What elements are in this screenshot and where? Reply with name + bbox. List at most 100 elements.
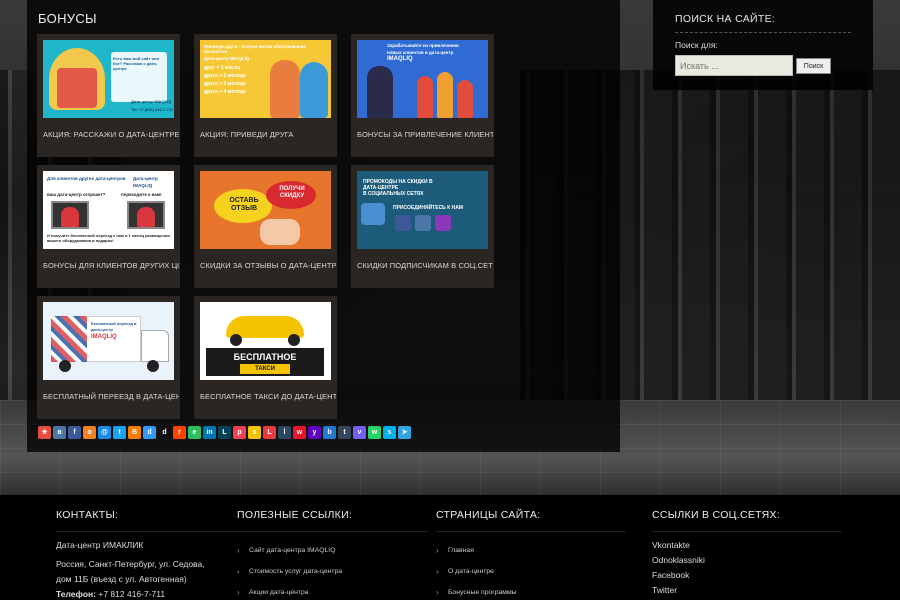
phone-label: Телефон: [56, 589, 96, 599]
footer-pages-title: СТРАНИЦЫ САЙТА: [436, 509, 626, 532]
footer-contacts-title: КОНТАКТЫ: [56, 509, 246, 532]
card-image-text: IMAQLIQ [91, 334, 117, 340]
card-image-text: Зарабатывайте на привлечении [387, 43, 459, 48]
card-image[interactable]: Для клиентов других дата-центров Дата-це… [43, 171, 174, 249]
bonus-cards-grid: Есть ваш мой сайт или бот? Расскажи о да… [37, 34, 507, 419]
skype-icon[interactable]: s [383, 426, 396, 439]
card-image[interactable]: ПРОМОКОДЫ НА СКИДКИ В ДАТА-ЦЕНТРЕ В СОЦИ… [357, 171, 488, 249]
facebook-icon[interactable]: f [68, 426, 81, 439]
social-link-odnoklassniki[interactable]: Odnoklassniki [652, 553, 842, 568]
footer-social-links: ССЫЛКИ В СОЦ.СЕТЯХ: Vkontakte Odnoklassn… [652, 509, 842, 598]
weibo-icon[interactable]: w [293, 426, 306, 439]
card-caption-link[interactable]: СКИДКИ ПОДПИСЧИКАМ В СОЦ.СЕТЯХ [357, 261, 493, 270]
footer-link[interactable]: О дата-центре [436, 561, 626, 582]
card-image-text: В СОЦИАЛЬНЫХ СЕТЯХ [363, 191, 424, 197]
company-address: Россия, Санкт-Петербург, ул. Седова, дом… [56, 559, 205, 584]
card-image-text: IMAQLIQ [387, 56, 413, 62]
footer-link[interactable]: Главная [436, 540, 626, 561]
share-buttons-row: ★ в f о @ t Bd d r e in Lp s Ll w y b t v w s ➤ [38, 426, 411, 440]
card-image-text: ПОЛУЧИ СКИДКУ [279, 186, 305, 199]
card-image[interactable]: Бесплатный переезд в дата-центр IMAQLIQ [43, 302, 174, 380]
card-image-text: друга = 4 месяца [204, 89, 246, 95]
footer-link[interactable]: Сайт дата-центра IMAQLIQ [237, 540, 427, 561]
moimir-icon[interactable]: @ [98, 426, 111, 439]
livejournal-icon[interactable]: L [218, 426, 231, 439]
card-image[interactable]: Приведи друга - получи месяц обслуживани… [200, 40, 331, 118]
card-caption-link[interactable]: АКЦИЯ: ПРИВЕДИ ДРУГА [200, 130, 336, 139]
bonus-card[interactable]: БЕСПЛАТНОЕ ТАКСИ БЕСПЛАТНОЕ ТАКСИ ДО ДАТ… [194, 296, 337, 419]
card-image-text: ПРИСОЕДИНЯЙТЕСЬ К НАМ [393, 205, 463, 211]
card-caption-link[interactable]: СКИДКИ ЗА ОТЗЫВЫ О ДАТА-ЦЕНТРЕ [200, 261, 336, 270]
card-caption-link[interactable]: АКЦИЯ: РАССКАЖИ О ДАТА-ЦЕНТРЕ [43, 130, 179, 139]
footer-site-pages: СТРАНИЦЫ САЙТА: Главная О дата-центре Бо… [436, 509, 626, 600]
tumblr2-icon[interactable]: t [338, 426, 351, 439]
phone-number[interactable]: +7 812 416-7-711 [98, 589, 165, 599]
card-image[interactable]: ОСТАВЬ ОТЗЫВ ПОЛУЧИ СКИДКУ [200, 171, 331, 249]
pocket-icon[interactable]: p [233, 426, 246, 439]
card-image-text: Дата-центр IMAQLIQ [133, 176, 158, 188]
card-caption-link[interactable]: БОНУСЫ ДЛЯ КЛИЕНТОВ ДРУГИХ ЦОД [43, 261, 179, 270]
card-caption-link[interactable]: БОНУСЫ ЗА ПРИВЛЕЧЕНИЕ КЛИЕНТОВ [357, 130, 493, 139]
tumblr-icon[interactable]: l [278, 426, 291, 439]
bonus-card[interactable]: Есть ваш мой сайт или бот? Расскажи о да… [37, 34, 180, 157]
viber-icon[interactable]: v [353, 426, 366, 439]
page-title: БОНУСЫ [38, 11, 97, 26]
search-button[interactable]: Поиск [796, 58, 831, 74]
card-image-text: БЕСПЛАТНОЕ [233, 352, 297, 362]
card-image-text: Приведи друга - получи месяц обслуживани… [204, 44, 307, 54]
card-image-text: Дата-центр IMAQLIQ [131, 99, 172, 104]
card-image-text: ваш дата-центр огорчает? [47, 192, 106, 197]
card-image-text: Дата-центр IMAQLIQ [204, 56, 250, 61]
card-image-text: ОСТАВЬ ОТЗЫВ [229, 197, 259, 212]
card-image-text: дата-центр [91, 327, 113, 332]
footer-link[interactable]: Бонусные программы [436, 582, 626, 600]
evernote-icon[interactable]: e [188, 426, 201, 439]
odnoklassniki-icon[interactable]: о [83, 426, 96, 439]
card-caption-link[interactable]: БЕСПЛАТНОЕ ТАКСИ ДО ДАТА-ЦЕНТРА [200, 392, 336, 401]
reddit-icon[interactable]: r [173, 426, 186, 439]
liveinternet-icon[interactable]: L [263, 426, 276, 439]
telegram-icon[interactable]: ➤ [398, 426, 411, 439]
footer-useful-title: ПОЛЕЗНЫЕ ССЫЛКИ: [237, 509, 427, 532]
footer-contacts: КОНТАКТЫ: Дата-центр ИМАКЛИК Россия, Сан… [56, 509, 246, 600]
card-image-text: И получите бесплатный переезд к нам и 1 … [47, 233, 170, 243]
bonus-card[interactable]: Для клиентов других дата-центров Дата-це… [37, 165, 180, 288]
footer-link[interactable]: Стоимость услуг дата-центра [237, 561, 427, 582]
surfingbird-icon[interactable]: s [248, 426, 261, 439]
footer-useful-links: ПОЛЕЗНЫЕ ССЫЛКИ: Сайт дата-центра IMAQLI… [237, 509, 427, 600]
buffer-icon[interactable]: b [323, 426, 336, 439]
card-image[interactable]: БЕСПЛАТНОЕ ТАКСИ [200, 302, 331, 380]
bonus-card[interactable]: ПРОМОКОДЫ НА СКИДКИ В ДАТА-ЦЕНТРЕ В СОЦИ… [351, 165, 494, 288]
social-link-twitter[interactable]: Twitter [652, 583, 842, 598]
search-input[interactable] [675, 55, 793, 76]
footer-contacts-text: Дата-центр ИМАКЛИК Россия, Санкт-Петербу… [56, 538, 216, 600]
footer-link[interactable]: Акции дата-центра [237, 582, 427, 600]
bonus-card[interactable]: Зарабатывайте на привлечении новых клиен… [351, 34, 494, 157]
card-image-text: Для клиентов других дата-центров [47, 176, 126, 181]
linkedin-icon[interactable]: in [203, 426, 216, 439]
site-footer: КОНТАКТЫ: Дата-центр ИМАКЛИК Россия, Сан… [0, 495, 900, 600]
card-caption-link[interactable]: БЕСПЛАТНЫЙ ПЕРЕЕЗД В ДАТА-ЦЕНТР [43, 392, 179, 401]
card-image[interactable]: Зарабатывайте на привлечении новых клиен… [357, 40, 488, 118]
bonus-card[interactable]: Приведи друга - получи месяц обслуживани… [194, 34, 337, 157]
card-image-text: переходите к нам! [121, 192, 162, 197]
delicious-icon[interactable]: d [143, 426, 156, 439]
social-link-facebook[interactable]: Facebook [652, 568, 842, 583]
card-image-text: новых клиентов в дата-центр [387, 50, 454, 55]
whatsapp-icon[interactable]: w [368, 426, 381, 439]
card-image[interactable]: Есть ваш мой сайт или бот? Расскажи о да… [43, 40, 174, 118]
twitter-icon[interactable]: t [113, 426, 126, 439]
bonus-card[interactable]: Бесплатный переезд в дата-центр IMAQLIQ … [37, 296, 180, 419]
card-image-text: друга = 3 месяца [204, 81, 246, 87]
vk-icon[interactable]: в [53, 426, 66, 439]
yahoo-icon[interactable]: y [308, 426, 321, 439]
footer-social-title: ССЫЛКИ В СОЦ.СЕТЯХ: [652, 509, 842, 532]
bookmark-icon[interactable]: ★ [38, 426, 51, 439]
social-link-vkontakte[interactable]: Vkontakte [652, 538, 842, 553]
card-image-text: друга = 2 месяца [204, 73, 246, 79]
bonus-card[interactable]: ОСТАВЬ ОТЗЫВ ПОЛУЧИ СКИДКУ СКИДКИ ЗА ОТЗ… [194, 165, 337, 288]
search-widget: ПОИСК НА САЙТЕ: Поиск для: [653, 0, 873, 90]
digg-icon[interactable]: d [158, 426, 171, 439]
blogger-icon[interactable]: B [128, 426, 141, 439]
company-name: Дата-центр ИМАКЛИК [56, 540, 144, 550]
